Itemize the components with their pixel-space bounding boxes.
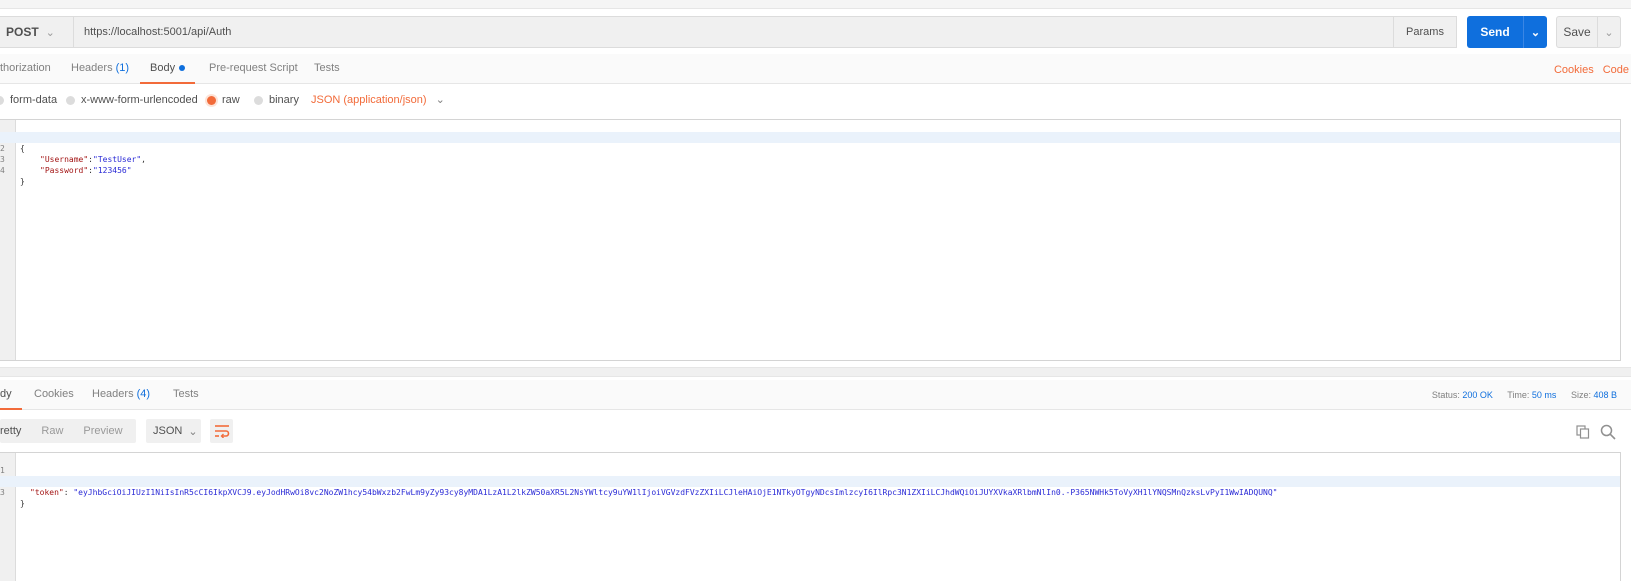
view-preview[interactable]: Preview — [73, 425, 132, 437]
save-button[interactable]: Save ⌄ — [1556, 16, 1621, 48]
tab-body-label: Body — [150, 62, 176, 74]
code-text: } — [20, 499, 25, 508]
chevron-down-icon: ⌄ — [188, 425, 198, 438]
tab-response-cookies[interactable]: Cookies — [34, 380, 74, 410]
tab-response-headers[interactable]: Headers (4) — [92, 380, 150, 410]
code-line: 1 { — [0, 454, 1620, 486]
code-line: 3 } — [0, 476, 1620, 508]
body-type-row: form-data x-www-form-urlencoded raw bina… — [0, 86, 1631, 114]
time-label: Time: — [1507, 390, 1530, 400]
code-line: 3 "Password":"123456" — [0, 143, 1620, 175]
size-label: Size: — [1570, 390, 1591, 400]
json-value: "eyJhbGciOiJIUzI1NiIsInR5cCI6IkpXVCJ9.ey… — [73, 488, 1278, 497]
json-value: "123456" — [93, 166, 132, 175]
radio-raw-label: raw — [222, 94, 240, 106]
code-text: } — [20, 177, 25, 186]
url-bar: POST ⌄ https://localhost:5001/api/Auth P… — [0, 16, 1457, 48]
params-button[interactable]: Params — [1393, 17, 1456, 47]
radio-form-data-label: form-data — [10, 94, 58, 106]
tab-headers-label: Headers — [71, 62, 113, 74]
request-url-row: POST ⌄ https://localhost:5001/api/Auth P… — [0, 16, 1631, 48]
tab-response-headers-label: Headers — [92, 388, 134, 400]
tab-response-tests[interactable]: Tests — [173, 380, 199, 410]
json-key: "token" — [30, 488, 64, 497]
tab-tests[interactable]: Tests — [314, 54, 340, 84]
request-tabs: thorization Headers (1) Body Pre-request… — [0, 54, 1631, 84]
radio-binary-label: binary — [269, 94, 299, 106]
tab-headers-count: (1) — [115, 62, 130, 74]
send-label: Send — [1480, 25, 1510, 39]
status-value: 200 OK — [1462, 390, 1493, 400]
response-body-viewer[interactable]: 1 { 2 "token": "eyJhbGciOiJIUzI1NiIsInR5… — [0, 452, 1621, 581]
save-label: Save — [1563, 25, 1591, 39]
modified-dot-icon — [179, 65, 186, 72]
radio-icon — [254, 95, 263, 105]
code-text: "Password":"123456" — [40, 166, 132, 175]
line-number: 4 — [0, 166, 5, 175]
view-pretty[interactable]: retty — [0, 425, 31, 437]
tab-body[interactable]: Body — [140, 54, 196, 84]
radio-icon — [0, 95, 4, 105]
tab-headers[interactable]: Headers (1) — [71, 54, 129, 84]
status-label: Status: — [1431, 390, 1460, 400]
tab-pre-request-script[interactable]: Pre-request Script — [209, 54, 298, 84]
search-icon[interactable] — [1600, 424, 1616, 440]
chevron-down-icon: ⌄ — [45, 26, 55, 39]
method-select[interactable]: POST ⌄ — [0, 17, 74, 47]
code-link[interactable]: Code — [1603, 64, 1629, 76]
response-divider[interactable] — [0, 367, 1631, 377]
view-raw[interactable]: Raw — [31, 425, 73, 437]
radio-raw[interactable]: raw — [207, 86, 240, 114]
json-key: "Password" — [40, 166, 89, 175]
content-type-select[interactable]: JSON (application/json) ⌄ — [311, 86, 445, 114]
code-line: 2 "Username":"TestUser", — [0, 132, 1620, 164]
response-status-info: Status: 200 OK Time: 50 ms Size: 408 B — [1432, 380, 1617, 410]
top-strip — [0, 0, 1631, 9]
content-type-label: JSON (application/json) — [311, 94, 427, 106]
view-mode-toggle: retty Raw Preview — [0, 419, 136, 443]
copy-icon[interactable] — [1576, 425, 1590, 439]
radio-urlencoded-label: x-www-form-urlencoded — [81, 94, 198, 106]
radio-selected-icon — [207, 95, 216, 105]
radio-icon — [66, 95, 75, 105]
size-value: 408 B — [1593, 390, 1617, 400]
format-select[interactable]: JSON ⌄ — [146, 419, 201, 443]
response-tabs: dy Cookies Headers (4) Tests Status: 200… — [0, 380, 1631, 410]
code-line: 4 } — [0, 154, 1620, 186]
radio-form-data[interactable]: form-data — [0, 86, 57, 114]
tab-response-body[interactable]: dy — [0, 380, 22, 410]
wrap-lines-button[interactable] — [210, 419, 233, 443]
response-view-row: retty Raw Preview JSON ⌄ — [0, 415, 1631, 445]
format-label: JSON — [153, 425, 183, 437]
radio-urlencoded[interactable]: x-www-form-urlencoded — [66, 86, 198, 114]
method-label: POST — [6, 25, 39, 39]
chevron-down-icon: ⌄ — [435, 94, 445, 106]
right-links: Cookies Code — [1545, 54, 1629, 84]
chevron-down-icon[interactable]: ⌄ — [1598, 26, 1620, 39]
tab-authorization[interactable]: thorization — [0, 54, 51, 84]
send-button[interactable]: Send ⌄ — [1467, 16, 1547, 48]
code-line: 1 { — [0, 121, 1620, 153]
cookies-link[interactable]: Cookies — [1554, 64, 1594, 76]
tab-response-headers-count: (4) — [136, 388, 151, 400]
wrap-lines-icon — [214, 425, 229, 438]
line-number: 3 — [0, 488, 5, 497]
chevron-down-icon[interactable]: ⌄ — [1524, 26, 1547, 39]
request-body-editor[interactable]: 1 { 2 "Username":"TestUser", 3 "Password… — [0, 119, 1621, 361]
code-line: 2 "token": "eyJhbGciOiJIUzI1NiIsInR5cCI6… — [0, 465, 1620, 497]
url-input[interactable]: https://localhost:5001/api/Auth — [84, 17, 231, 47]
time-value: 50 ms — [1531, 390, 1557, 400]
radio-binary[interactable]: binary — [254, 86, 299, 114]
code-text: "token": "eyJhbGciOiJIUzI1NiIsInR5cCI6Ik… — [30, 488, 1278, 497]
